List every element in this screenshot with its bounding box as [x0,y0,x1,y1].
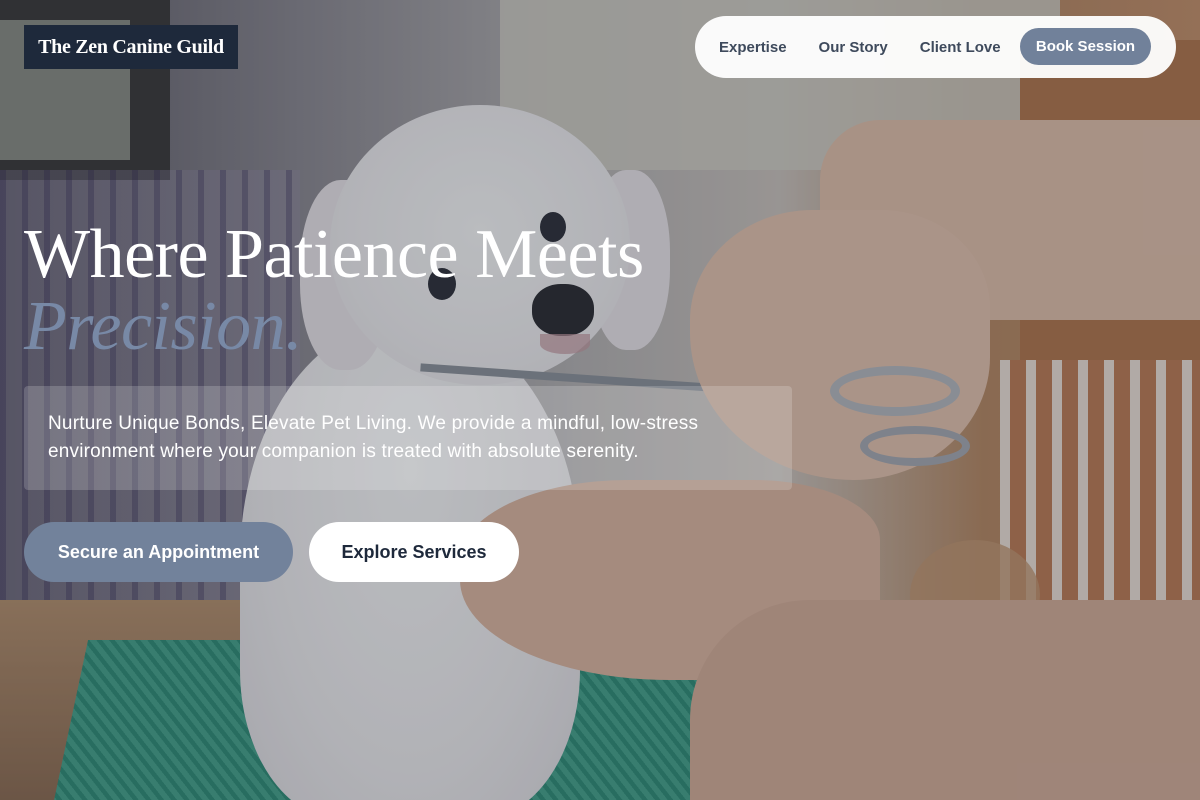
secure-appointment-button[interactable]: Secure an Appointment [24,522,293,582]
hero-headline-accent: Precision. [24,288,303,365]
brand-name: The Zen Canine Guild [38,35,224,58]
book-session-button[interactable]: Book Session [1020,28,1151,65]
hero-headline: Where Patience Meets [24,216,644,293]
hero-subtext-box: Nurture Unique Bonds, Elevate Pet Living… [24,386,792,490]
main-nav: Expertise Our Story Client Love Book Ses… [695,16,1176,78]
nav-link-our-story[interactable]: Our Story [819,39,888,56]
nav-link-client-love[interactable]: Client Love [920,39,1001,56]
hero-subtext: Nurture Unique Bonds, Elevate Pet Living… [48,413,699,462]
nav-link-expertise[interactable]: Expertise [719,39,787,56]
hero-section: The Zen Canine Guild Expertise Our Story… [0,0,1200,800]
explore-services-button[interactable]: Explore Services [309,522,519,582]
brand-logo[interactable]: The Zen Canine Guild [24,25,238,69]
